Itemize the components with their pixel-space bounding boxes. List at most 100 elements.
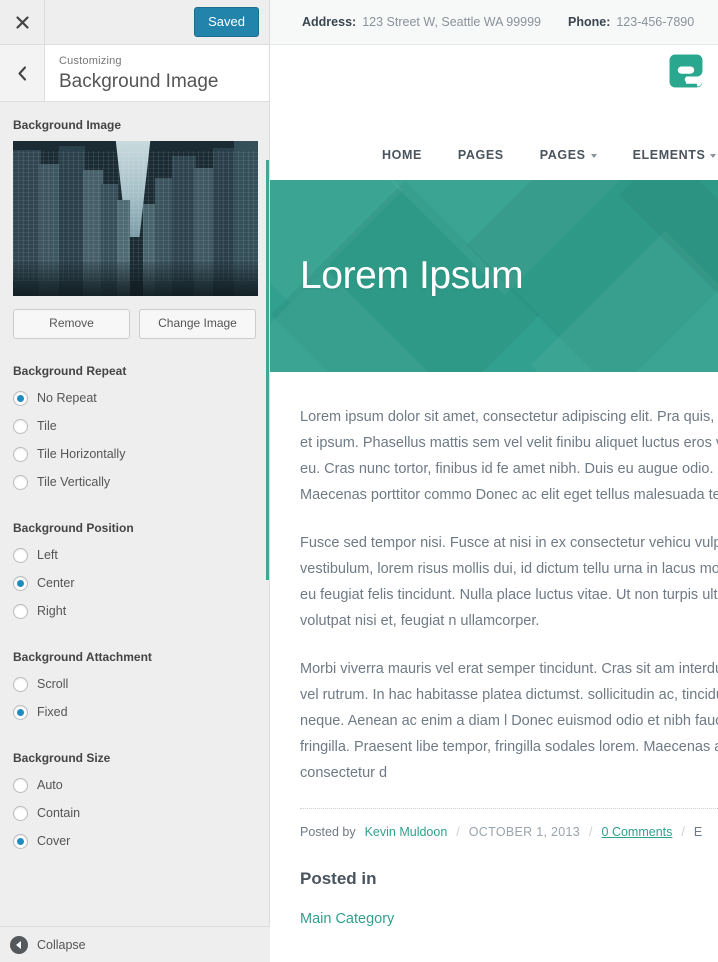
nav-item-elements-dropdown[interactable]: ELEMENTS	[633, 148, 717, 162]
paragraph: Fusce sed tempor nisi. Fusce at nisi in …	[300, 535, 718, 629]
radio-icon[interactable]	[13, 547, 28, 563]
phone-label: Phone:	[568, 15, 611, 29]
radio-label: Tile Horizontally	[37, 447, 126, 461]
site-topbar: Address: 123 Street W, Seattle WA 99999 …	[270, 0, 718, 45]
page-title: Background Image	[59, 71, 219, 92]
paragraph: Lorem ipsum dolor sit amet, consectetur …	[300, 409, 718, 503]
radio-label: No Repeat	[37, 391, 97, 405]
radio-icon[interactable]	[13, 805, 28, 821]
panel-eyebrow: Customizing	[59, 55, 122, 67]
nav-label: HOME	[382, 148, 422, 162]
main-navigation: HOME PAGES PAGES ELEMENTS	[270, 148, 718, 162]
controls-pane: Background Image Remove Change Image Bac…	[0, 102, 269, 960]
control-group-background-repeat: Background Repeat No Repeat Tile Tile Ho…	[13, 364, 256, 496]
radio-label: Left	[37, 548, 58, 562]
radio-center[interactable]: Center	[13, 569, 256, 597]
radio-tile-horizontally[interactable]: Tile Horizontally	[13, 440, 256, 468]
radio-icon[interactable]	[13, 676, 28, 692]
radio-icon[interactable]	[13, 474, 28, 490]
change-image-button[interactable]: Change Image	[139, 309, 256, 339]
meta-separator: /	[456, 825, 460, 839]
radio-auto[interactable]: Auto	[13, 771, 256, 799]
radio-label: Fixed	[37, 705, 68, 719]
site-preview: Address: 123 Street W, Seattle WA 99999 …	[270, 0, 718, 962]
chevron-down-icon	[710, 154, 717, 158]
site-header: HOME PAGES PAGES ELEMENTS	[270, 45, 718, 180]
posted-in-heading: Posted in	[300, 869, 377, 888]
collapse-button[interactable]: Collapse	[0, 926, 270, 962]
group-label: Background Position	[13, 521, 134, 535]
topbar-actions: Saved	[45, 0, 269, 44]
radio-left[interactable]: Left	[13, 541, 256, 569]
customizer-app: Saved Customizing Background Image Backg…	[0, 0, 718, 962]
radio-icon[interactable]	[13, 704, 28, 720]
meta-separator: /	[681, 825, 685, 839]
divider	[300, 808, 718, 809]
background-image-thumbnail[interactable]	[13, 141, 258, 296]
post-meta: Posted by Kevin Muldoon / OCTOBER 1, 201…	[300, 825, 718, 839]
close-customizer-button[interactable]	[0, 0, 45, 44]
background-image-label: Background Image	[13, 118, 122, 132]
remove-image-button[interactable]: Remove	[13, 309, 130, 339]
collapse-arrow-icon	[10, 935, 28, 954]
radio-tile-vertically[interactable]: Tile Vertically	[13, 468, 256, 496]
chevron-down-icon	[590, 154, 597, 158]
cityscape-image	[13, 141, 258, 296]
group-label: Background Repeat	[13, 364, 127, 378]
radio-label: Tile Vertically	[37, 475, 111, 489]
radio-contain[interactable]: Contain	[13, 799, 256, 827]
nav-item-pages[interactable]: PAGES	[458, 148, 504, 162]
post-date: OCTOBER 1, 2013	[468, 825, 581, 839]
nav-label: PAGES	[539, 148, 586, 162]
nav-label: ELEMENTS	[632, 148, 706, 162]
radio-label: Auto	[37, 778, 63, 792]
radio-icon[interactable]	[13, 603, 28, 619]
sidebar-scroll-accent	[266, 160, 269, 580]
author-link[interactable]: Kevin Muldoon	[365, 825, 448, 839]
radio-icon[interactable]	[13, 446, 28, 462]
radio-cover[interactable]: Cover	[13, 827, 256, 855]
close-icon	[15, 15, 29, 29]
radio-label: Scroll	[37, 677, 69, 691]
posted-by-label: Posted by	[300, 825, 356, 839]
radio-label: Tile	[37, 419, 57, 433]
radio-icon[interactable]	[13, 575, 28, 591]
meta-extra: E	[693, 825, 703, 839]
radio-icon[interactable]	[13, 418, 28, 434]
nav-item-home[interactable]: HOME	[382, 148, 422, 162]
post-article: Lorem ipsum dolor sit amet, consectetur …	[270, 372, 718, 927]
panel-title-wrap: Customizing Background Image	[45, 45, 269, 101]
save-button[interactable]: Saved	[194, 7, 259, 37]
image-action-buttons: Remove Change Image	[13, 309, 256, 339]
radio-scroll[interactable]: Scroll	[13, 670, 256, 698]
radio-icon[interactable]	[13, 390, 28, 406]
nav-item-pages-dropdown[interactable]: PAGES	[540, 148, 597, 162]
meta-separator: /	[589, 825, 593, 839]
hero-banner: Lorem Ipsum	[270, 180, 718, 372]
radio-right[interactable]: Right	[13, 597, 256, 625]
control-group-background-position: Background Position Left Center Right	[13, 521, 256, 625]
group-label: Background Size	[13, 751, 111, 765]
site-logo-e-icon[interactable]	[666, 51, 706, 91]
control-group-background-attachment: Background Attachment Scroll Fixed	[13, 650, 256, 726]
phone-value: 123-456-7890	[616, 15, 695, 29]
radio-tile[interactable]: Tile	[13, 412, 256, 440]
customizer-sidebar: Saved Customizing Background Image Backg…	[0, 0, 270, 962]
panel-header: Customizing Background Image	[0, 45, 269, 102]
group-label: Background Attachment	[13, 650, 152, 664]
radio-fixed[interactable]: Fixed	[13, 698, 256, 726]
radio-label: Contain	[37, 806, 81, 820]
category-link[interactable]: Main Category	[300, 911, 718, 927]
paragraph: Morbi viverra mauris vel erat semper tin…	[300, 661, 718, 781]
nav-label: PAGES	[457, 148, 504, 162]
customizer-topbar: Saved	[0, 0, 269, 45]
address-label: Address:	[302, 15, 357, 29]
radio-icon[interactable]	[13, 833, 28, 849]
radio-icon[interactable]	[13, 777, 28, 793]
back-button[interactable]	[0, 45, 45, 101]
radio-label: Cover	[37, 834, 71, 848]
comments-link[interactable]: 0 Comments	[602, 825, 673, 839]
radio-label: Right	[37, 604, 67, 618]
chevron-left-icon	[17, 65, 26, 81]
radio-no-repeat[interactable]: No Repeat	[13, 384, 256, 412]
